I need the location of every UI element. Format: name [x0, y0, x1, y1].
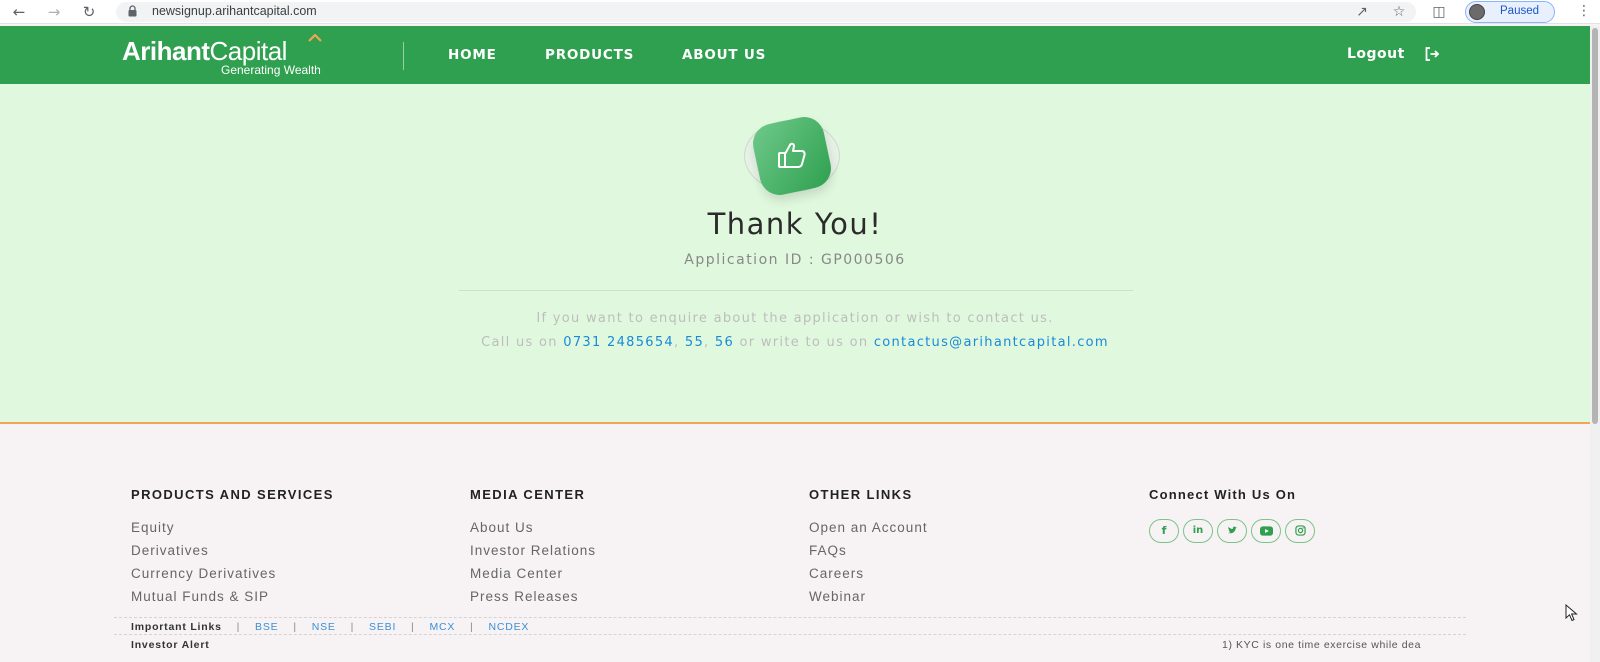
footer-link-mutual-funds[interactable]: Mutual Funds & SIP [131, 589, 269, 604]
page-title: Thank You! [707, 207, 883, 241]
success-badge [740, 113, 844, 199]
investor-alert-ticker: 1) KYC is one time exercise while dea [1222, 639, 1422, 651]
important-link-ncdex[interactable]: NCDEX [488, 621, 529, 633]
mouse-cursor-icon [1565, 604, 1578, 622]
write-text: or write to us on [739, 335, 869, 350]
enquire-text: If you want to enquire about the applica… [536, 311, 1054, 326]
share-icon[interactable]: ↗ [1353, 3, 1371, 21]
bookmark-star-icon[interactable]: ☆ [1390, 3, 1408, 21]
footer-dashed-divider-2 [114, 634, 1466, 635]
site-header: ArihantCapital Generating Wealth HOME PR… [0, 26, 1590, 84]
contact-line: Call us on 0731 2485654, 55, 56 or write… [481, 335, 1109, 350]
footer-link-faqs[interactable]: FAQs [809, 543, 847, 558]
phone-ext-56-link[interactable]: 56 [715, 335, 734, 350]
logout-icon[interactable] [1424, 46, 1440, 62]
email-link[interactable]: contactus@arihantcapital.com [874, 335, 1109, 350]
footer-dashed-divider [114, 617, 1466, 618]
logout-link[interactable]: Logout [1347, 46, 1405, 62]
phone-main-link[interactable]: 0731 2485654 [563, 335, 674, 350]
important-link-sebi[interactable]: SEBI [369, 621, 396, 633]
footer-link-currency-derivatives[interactable]: Currency Derivatives [131, 566, 276, 581]
important-link-mcx[interactable]: MCX [429, 621, 455, 633]
important-link-nse[interactable]: NSE [312, 621, 336, 633]
profile-status: Paused [1500, 5, 1540, 17]
footer-heading-other: OTHER LINKS [809, 487, 913, 502]
logo-roof-icon [308, 34, 322, 42]
facebook-icon[interactable]: f [1149, 519, 1179, 543]
instagram-icon[interactable] [1285, 519, 1315, 543]
important-links-bar: Important Links | BSE | NSE | SEBI | MCX… [131, 621, 530, 633]
phone-ext-55-link[interactable]: 55 [685, 335, 704, 350]
footer-link-careers[interactable]: Careers [809, 566, 864, 581]
brand-tagline: Generating Wealth [221, 63, 321, 77]
forward-icon[interactable]: → [45, 3, 63, 21]
footer-link-open-account[interactable]: Open an Account [809, 520, 928, 535]
avatar [1469, 4, 1485, 20]
investor-alert-label: Investor Alert [131, 639, 210, 651]
browser-menu-icon[interactable]: ⋮ [1577, 3, 1591, 19]
youtube-icon[interactable] [1251, 519, 1281, 543]
nav-products[interactable]: PRODUCTS [545, 47, 634, 63]
thumbs-up-icon [778, 142, 806, 168]
important-link-bse[interactable]: BSE [255, 621, 278, 633]
application-id: Application ID : GP000506 [684, 252, 906, 268]
footer-heading-connect: Connect With Us On [1149, 487, 1297, 502]
brand-name-bold: Arihant [122, 36, 210, 66]
linkedin-icon[interactable]: in [1183, 519, 1213, 543]
footer-link-derivatives[interactable]: Derivatives [131, 543, 209, 558]
footer-link-about-us[interactable]: About Us [470, 520, 534, 535]
important-links-label: Important Links [131, 621, 222, 633]
footer-link-media-center[interactable]: Media Center [470, 566, 563, 581]
call-prefix: Call us on [481, 335, 558, 350]
brand-name-light: Capital [209, 36, 288, 66]
confirmation-panel: Thank You! Application ID : GP000506 If … [0, 84, 1590, 424]
url-text[interactable]: newsignup.arihantcapital.com [152, 4, 317, 18]
footer-heading-products: PRODUCTS AND SERVICES [131, 487, 334, 502]
footer-heading-media: MEDIA CENTER [470, 487, 586, 502]
divider [459, 290, 1133, 291]
side-panel-icon[interactable]: ◫ [1430, 3, 1448, 21]
footer-link-equity[interactable]: Equity [131, 520, 175, 535]
footer-link-press-releases[interactable]: Press Releases [470, 589, 579, 604]
twitter-icon[interactable] [1217, 519, 1247, 543]
footer-link-webinar[interactable]: Webinar [809, 589, 866, 604]
lock-icon [128, 5, 137, 17]
scrollbar-thumb[interactable] [1592, 28, 1598, 424]
back-icon[interactable]: ← [10, 3, 28, 21]
nav-home[interactable]: HOME [448, 47, 497, 63]
profile-button[interactable]: Paused [1465, 1, 1555, 23]
header-divider [403, 42, 404, 70]
browser-toolbar: ← → ↻ newsignup.arihantcapital.com ↗ ☆ ◫… [0, 0, 1600, 24]
footer-link-investor-relations[interactable]: Investor Relations [470, 543, 596, 558]
nav-about-us[interactable]: ABOUT US [682, 47, 766, 63]
site-footer: PRODUCTS AND SERVICES Equity Derivatives… [0, 426, 1590, 662]
reload-icon[interactable]: ↻ [80, 3, 98, 21]
